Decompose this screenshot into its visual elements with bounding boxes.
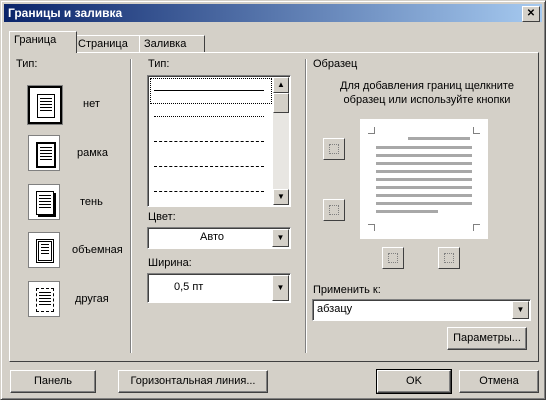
scroll-up-icon[interactable]: ▲ [273, 77, 289, 93]
border-preview[interactable] [360, 119, 488, 239]
chevron-down-icon[interactable]: ▼ [272, 275, 289, 301]
scroll-thumb[interactable] [273, 93, 289, 113]
apply-to-combo[interactable]: абзацу ▼ [312, 299, 531, 321]
cancel-button[interactable]: Отмена [459, 370, 539, 393]
color-value: Авто [200, 231, 224, 243]
width-combo[interactable]: 0,5 пт ▼ [147, 273, 291, 303]
title-bar[interactable]: Границы и заливка ✕ [4, 4, 542, 22]
color-combo[interactable]: Авто ▼ [147, 227, 291, 249]
horizontal-line-button[interactable]: Горизонтальная линия... [118, 370, 268, 393]
preset-box-label: рамка [77, 147, 108, 159]
preset-3d[interactable] [28, 232, 60, 268]
tab-border[interactable]: Граница [9, 31, 77, 53]
options-button[interactable]: Параметры... [447, 327, 527, 350]
line-style-solid[interactable] [154, 90, 264, 91]
window-title: Границы и заливка [8, 6, 123, 20]
preset-shadow-label: тень [80, 196, 103, 208]
ok-button[interactable]: OK [376, 369, 452, 394]
preset-custom[interactable] [28, 281, 60, 317]
apply-to-value: абзацу [317, 303, 353, 315]
dialog-window: Границы и заливка ✕ Граница Страница Зал… [0, 0, 546, 400]
width-value: 0,5 пт [174, 281, 204, 293]
top-border-button[interactable] [323, 138, 345, 160]
left-border-button[interactable] [382, 247, 404, 269]
border-3d-icon [36, 239, 54, 263]
preset-box[interactable] [28, 135, 60, 171]
line-style-dash-dot[interactable] [154, 191, 264, 192]
right-border-button[interactable] [438, 247, 460, 269]
separator-left [130, 59, 132, 353]
preset-none-label: нет [83, 98, 100, 110]
preview-hint: Для добавления границ щелкните образец и… [340, 80, 514, 106]
color-label: Цвет: [148, 211, 176, 223]
selected-line-style [150, 78, 272, 104]
line-style-dashed-large[interactable] [154, 166, 264, 167]
line-style-list[interactable]: ▲ ▼ [147, 75, 291, 207]
apply-to-label: Применить к: [313, 284, 381, 296]
border-none-icon [37, 94, 55, 118]
border-shadow-icon [36, 191, 54, 215]
preset-none[interactable] [27, 85, 63, 125]
preset-custom-label: другая [75, 293, 109, 305]
preset-shadow[interactable] [28, 184, 60, 220]
setting-label: Тип: [16, 58, 38, 70]
border-custom-icon [36, 288, 54, 312]
line-style-dashed-small[interactable] [154, 141, 264, 142]
separator-right [305, 59, 307, 353]
toolbar-panel-button[interactable]: Панель [10, 370, 96, 393]
border-box-icon [36, 142, 56, 168]
style-label: Тип: [148, 58, 170, 70]
chevron-down-icon[interactable]: ▼ [272, 229, 289, 247]
line-style-dotted[interactable] [154, 116, 264, 117]
line-style-scrollbar[interactable]: ▲ ▼ [273, 77, 289, 205]
bottom-border-button[interactable] [323, 199, 345, 221]
preview-label: Образец [313, 58, 358, 70]
preset-3d-label: объемная [72, 244, 123, 256]
width-label: Ширина: [148, 257, 192, 269]
chevron-down-icon[interactable]: ▼ [512, 301, 529, 319]
tab-page-border[interactable]: Страница [73, 35, 141, 53]
tab-shading[interactable]: Заливка [139, 35, 205, 53]
close-icon[interactable]: ✕ [522, 6, 540, 22]
scroll-down-icon[interactable]: ▼ [273, 189, 289, 205]
